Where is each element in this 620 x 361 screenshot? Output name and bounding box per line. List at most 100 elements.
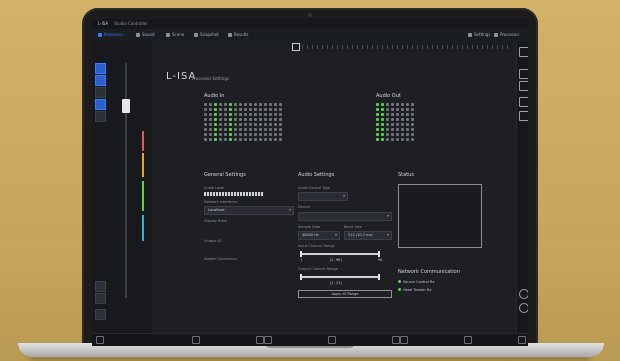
matrix-cell[interactable] (259, 123, 262, 126)
matrix-cell[interactable] (244, 108, 247, 111)
matrix-cell[interactable] (254, 128, 257, 131)
network-interface-select[interactable]: Localhost ▾ (204, 206, 294, 215)
matrix-cell[interactable] (239, 113, 242, 116)
matrix-cell[interactable] (224, 103, 227, 106)
matrix-cell[interactable] (396, 123, 399, 126)
matrix-cell[interactable] (219, 133, 222, 136)
matrix-cell[interactable] (209, 138, 212, 141)
matrix-cell[interactable] (376, 108, 379, 111)
matrix-cell[interactable] (224, 113, 227, 116)
matrix-cell[interactable] (229, 133, 232, 136)
matrix-cell[interactable] (239, 103, 242, 106)
matrix-cell[interactable] (214, 133, 217, 136)
matrix-cell[interactable] (229, 138, 232, 141)
matrix-cell[interactable] (229, 103, 232, 106)
marker-icon[interactable] (400, 336, 408, 344)
block-size-select[interactable]: 512 (10.7 ms) ▾ (344, 231, 392, 240)
matrix-cell[interactable] (381, 128, 384, 131)
matrix-cell[interactable] (391, 103, 394, 106)
matrix-cell[interactable] (209, 108, 212, 111)
matrix-cell[interactable] (249, 123, 252, 126)
matrix-cell[interactable] (381, 133, 384, 136)
matrix-cell[interactable] (396, 133, 399, 136)
matrix-cell[interactable] (411, 108, 414, 111)
matrix-cell[interactable] (204, 133, 207, 136)
matrix-cell[interactable] (209, 133, 212, 136)
matrix-cell[interactable] (396, 103, 399, 106)
menu-item-sound[interactable]: Sound (136, 32, 155, 37)
matrix-cell[interactable] (254, 118, 257, 121)
matrix-cell[interactable] (279, 138, 282, 141)
matrix-cell[interactable] (401, 118, 404, 121)
matrix-cell[interactable] (406, 108, 409, 111)
matrix-cell[interactable] (279, 133, 282, 136)
zoom-icon[interactable] (519, 111, 528, 121)
matrix-cell[interactable] (386, 118, 389, 121)
matrix-cell[interactable] (219, 123, 222, 126)
matrix-cell[interactable] (234, 123, 237, 126)
matrix-cell[interactable] (396, 113, 399, 116)
matrix-cell[interactable] (259, 103, 262, 106)
sample-rate-select[interactable]: 48000 Hz ▾ (298, 231, 340, 240)
matrix-cell[interactable] (239, 123, 242, 126)
matrix-cell[interactable] (279, 123, 282, 126)
matrix-cell[interactable] (239, 128, 242, 131)
matrix-cell[interactable] (411, 103, 414, 106)
matrix-cell[interactable] (411, 113, 414, 116)
output-range-min-handle[interactable] (300, 274, 302, 280)
matrix-cell[interactable] (396, 128, 399, 131)
audio-device-type-select[interactable]: ▾ (298, 192, 348, 201)
settings-button[interactable]: Settings (468, 32, 490, 37)
matrix-cell[interactable] (229, 118, 232, 121)
matrix-cell[interactable] (249, 118, 252, 121)
matrix-cell[interactable] (214, 123, 217, 126)
matrix-cell[interactable] (209, 128, 212, 131)
matrix-cell[interactable] (214, 118, 217, 121)
matrix-cell[interactable] (274, 138, 277, 141)
matrix-cell[interactable] (269, 118, 272, 121)
matrix-cell[interactable] (234, 108, 237, 111)
matrix-cell[interactable] (401, 103, 404, 106)
menu-icon[interactable] (96, 336, 104, 344)
matrix-cell[interactable] (391, 133, 394, 136)
matrix-cell[interactable] (269, 128, 272, 131)
matrix-cell[interactable] (376, 138, 379, 141)
matrix-cell[interactable] (204, 108, 207, 111)
matrix-cell[interactable] (234, 118, 237, 121)
matrix-cell[interactable] (229, 108, 232, 111)
matrix-cell[interactable] (239, 108, 242, 111)
matrix-cell[interactable] (274, 108, 277, 111)
matrix-cell[interactable] (376, 133, 379, 136)
matrix-cell[interactable] (234, 138, 237, 141)
matrix-cell[interactable] (381, 118, 384, 121)
channel-icon[interactable] (95, 99, 106, 110)
matrix-cell[interactable] (234, 128, 237, 131)
matrix-cell[interactable] (229, 123, 232, 126)
matrix-cell[interactable] (249, 108, 252, 111)
matrix-cell[interactable] (391, 118, 394, 121)
matrix-cell[interactable] (214, 103, 217, 106)
matrix-cell[interactable] (204, 123, 207, 126)
matrix-cell[interactable] (214, 108, 217, 111)
matrix-cell[interactable] (376, 128, 379, 131)
matrix-cell[interactable] (274, 128, 277, 131)
matrix-cell[interactable] (406, 118, 409, 121)
move-icon[interactable] (519, 97, 528, 107)
matrix-cell[interactable] (391, 128, 394, 131)
matrix-cell[interactable] (269, 103, 272, 106)
playhead-icon[interactable] (292, 43, 300, 51)
output-range-slider[interactable] (300, 276, 380, 278)
matrix-cell[interactable] (209, 123, 212, 126)
camera-view-icon[interactable] (519, 47, 528, 57)
matrix-cell[interactable] (401, 113, 404, 116)
matrix-cell[interactable] (204, 113, 207, 116)
matrix-cell[interactable] (274, 113, 277, 116)
matrix-cell[interactable] (204, 138, 207, 141)
menu-item-processor[interactable]: Processor (98, 32, 123, 37)
matrix-cell[interactable] (209, 113, 212, 116)
menu-item-scene[interactable]: Scene (166, 32, 184, 37)
matrix-cell[interactable] (411, 118, 414, 121)
matrix-cell[interactable] (411, 123, 414, 126)
output-range-max-handle[interactable] (378, 274, 380, 280)
matrix-cell[interactable] (259, 113, 262, 116)
